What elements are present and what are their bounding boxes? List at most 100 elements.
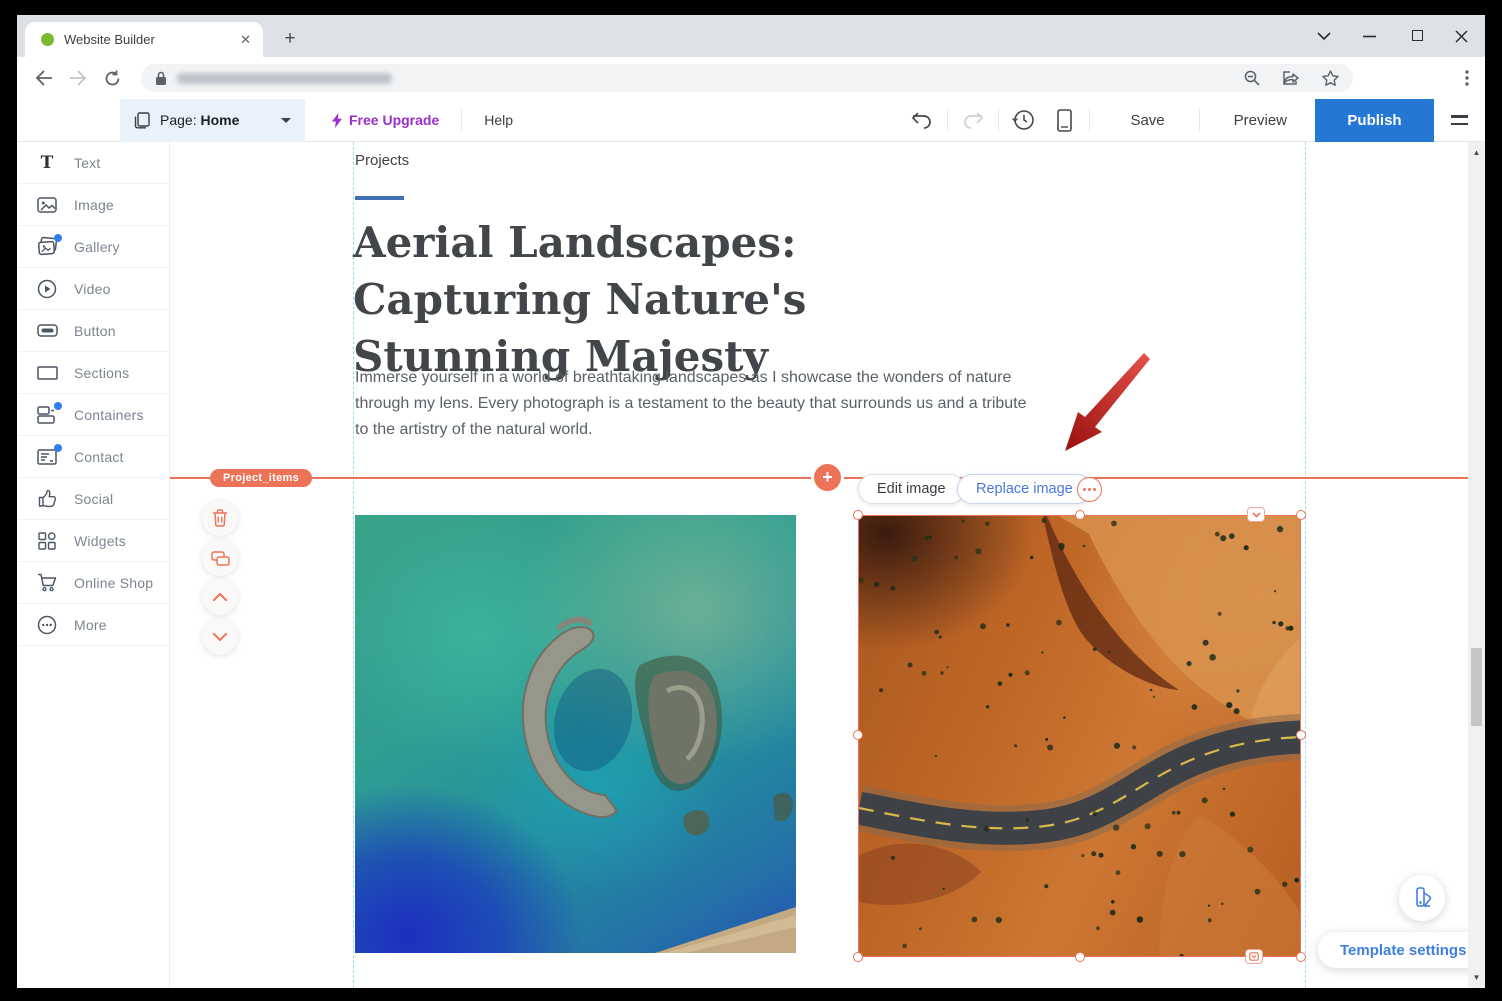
mobile-view-icon[interactable] bbox=[1051, 109, 1077, 132]
eyebrow-underline bbox=[355, 196, 404, 200]
design-palette-button[interactable] bbox=[1399, 875, 1445, 921]
resize-handle-middle-right[interactable] bbox=[1296, 730, 1306, 740]
free-upgrade-button[interactable]: Free Upgrade bbox=[332, 112, 439, 128]
palette-icon bbox=[1410, 886, 1434, 910]
page-selector-label: Page: bbox=[160, 112, 197, 128]
new-tab-button[interactable]: + bbox=[275, 24, 305, 54]
edit-image-button[interactable]: Edit image bbox=[858, 474, 965, 504]
minimize-icon[interactable] bbox=[1363, 35, 1379, 38]
sidebar-item-containers[interactable]: Containers bbox=[17, 394, 169, 436]
image-options-top-badge[interactable] bbox=[1247, 507, 1265, 522]
page-heading[interactable]: Aerial Landscapes: Capturing Nature's St… bbox=[353, 214, 1033, 385]
resize-handle-top-center[interactable] bbox=[1075, 510, 1085, 520]
selected-image-wrapper[interactable] bbox=[858, 515, 1301, 957]
thumbs-up-icon bbox=[36, 488, 58, 510]
move-up-button[interactable] bbox=[202, 579, 238, 615]
sidebar-item-image[interactable]: Image bbox=[17, 184, 169, 226]
image-options-bottom-badge[interactable] bbox=[1245, 949, 1263, 964]
duplicate-element-button[interactable] bbox=[202, 540, 238, 576]
project-image-ocean[interactable] bbox=[355, 515, 796, 953]
browser-tab[interactable]: Website Builder ✕ bbox=[25, 22, 263, 57]
resize-handle-bottom-right[interactable] bbox=[1296, 952, 1306, 962]
back-icon[interactable] bbox=[29, 63, 59, 93]
eyebrow-text[interactable]: Projects bbox=[355, 152, 409, 169]
resize-handle-top-right[interactable] bbox=[1296, 510, 1306, 520]
add-section-button[interactable]: + bbox=[814, 464, 841, 491]
chevron-up-icon bbox=[213, 593, 227, 601]
resize-handle-bottom-center[interactable] bbox=[1075, 952, 1085, 962]
notification-dot bbox=[54, 402, 62, 410]
video-icon bbox=[36, 278, 58, 300]
scrollbar-thumb[interactable] bbox=[1471, 648, 1482, 726]
scroll-up-arrow[interactable]: ▲ bbox=[1468, 148, 1485, 157]
section-badge[interactable]: Project_items bbox=[210, 469, 312, 487]
window-controls bbox=[1317, 15, 1471, 57]
duplicate-icon bbox=[211, 551, 230, 566]
page-scrollbar[interactable]: ▲ ▼ bbox=[1468, 142, 1485, 988]
reload-icon[interactable] bbox=[97, 63, 127, 93]
template-settings-button[interactable]: Template settings bbox=[1318, 932, 1468, 968]
window-chevron-icon[interactable] bbox=[1317, 32, 1333, 40]
contact-icon bbox=[36, 446, 58, 468]
move-down-button[interactable] bbox=[202, 619, 238, 655]
tab-title: Website Builder bbox=[64, 32, 240, 47]
sidebar-item-social[interactable]: Social bbox=[17, 478, 169, 520]
undo-icon[interactable] bbox=[909, 112, 935, 128]
scroll-down-arrow[interactable]: ▼ bbox=[1468, 973, 1485, 982]
redo-icon[interactable] bbox=[960, 112, 986, 128]
page-selector-value: Home bbox=[200, 112, 239, 128]
shopping-cart-icon bbox=[36, 572, 58, 594]
svg-text:T: T bbox=[41, 153, 54, 173]
annotation-arrow bbox=[1050, 352, 1154, 464]
resize-handle-middle-left[interactable] bbox=[853, 730, 863, 740]
save-button[interactable]: Save bbox=[1102, 112, 1192, 129]
sidebar-item-sections[interactable]: Sections bbox=[17, 352, 169, 394]
chevron-down-icon bbox=[213, 633, 227, 641]
chevron-down-icon bbox=[281, 118, 291, 123]
image-more-options-button[interactable] bbox=[1077, 477, 1102, 502]
browser-window: Website Builder ✕ + bbox=[17, 15, 1485, 988]
more-ellipsis-icon bbox=[36, 614, 58, 636]
help-button[interactable]: Help bbox=[484, 112, 513, 128]
sidebar-item-online-shop[interactable]: Online Shop bbox=[17, 562, 169, 604]
preview-button[interactable]: Preview bbox=[1206, 112, 1315, 129]
button-icon bbox=[36, 320, 58, 342]
forward-icon[interactable] bbox=[63, 63, 93, 93]
chevron-down-icon bbox=[1252, 512, 1261, 518]
intro-paragraph[interactable]: Immerse yourself in a world of breathtak… bbox=[355, 365, 1027, 443]
lightning-icon bbox=[332, 113, 342, 128]
sidebar-item-more[interactable]: More bbox=[17, 604, 169, 646]
widgets-icon bbox=[36, 530, 58, 552]
zoom-out-icon[interactable] bbox=[1244, 70, 1260, 86]
containers-icon bbox=[36, 404, 58, 426]
url-address-bar[interactable] bbox=[141, 64, 1353, 92]
sidebar-item-widgets[interactable]: Widgets bbox=[17, 520, 169, 562]
sidebar-item-contact[interactable]: Contact bbox=[17, 436, 169, 478]
sidebar-item-text[interactable]: T Text bbox=[17, 142, 169, 184]
close-icon[interactable] bbox=[1455, 30, 1471, 43]
text-icon: T bbox=[36, 152, 58, 174]
publish-button[interactable]: Publish bbox=[1315, 99, 1434, 142]
resize-handle-bottom-left[interactable] bbox=[853, 952, 863, 962]
tab-close-icon[interactable]: ✕ bbox=[240, 32, 251, 48]
sidebar-item-video[interactable]: Video bbox=[17, 268, 169, 310]
menu-hamburger-icon[interactable] bbox=[1451, 115, 1468, 125]
notification-dot bbox=[54, 444, 62, 452]
pages-icon bbox=[134, 112, 150, 129]
bookmark-star-icon[interactable] bbox=[1322, 70, 1339, 86]
history-icon[interactable] bbox=[1011, 109, 1037, 131]
delete-element-button[interactable] bbox=[202, 500, 238, 536]
browser-menu-icon[interactable] bbox=[1465, 70, 1469, 86]
project-image-desert[interactable] bbox=[859, 516, 1300, 956]
editor-toolbar: Page: Home Free Upgrade Help Save Previe… bbox=[17, 99, 1485, 142]
blurred-url-text bbox=[177, 73, 392, 84]
share-icon[interactable] bbox=[1282, 70, 1300, 86]
sidebar-item-gallery[interactable]: Gallery bbox=[17, 226, 169, 268]
resize-handle-top-left[interactable] bbox=[853, 510, 863, 520]
replace-image-button[interactable]: Replace image bbox=[957, 474, 1092, 504]
trash-icon bbox=[212, 509, 228, 527]
page-selector[interactable]: Page: Home bbox=[120, 99, 305, 142]
elements-sidebar: T Text Image Gallery bbox=[17, 142, 170, 988]
sidebar-item-button[interactable]: Button bbox=[17, 310, 169, 352]
maximize-icon[interactable] bbox=[1409, 28, 1425, 44]
